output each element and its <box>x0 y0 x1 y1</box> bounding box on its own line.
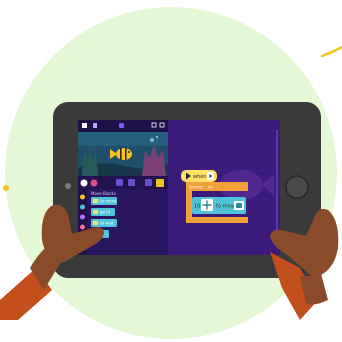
category-motion-button[interactable] <box>80 204 85 210</box>
code-area-scrollbar[interactable] <box>276 130 278 230</box>
car-icon <box>236 203 242 208</box>
illustration-scene: Move Blocks to move go to to wait when f… <box>0 7 342 339</box>
palette-header: Move Blocks <box>91 191 116 196</box>
move-block[interactable]: 10 to move <box>192 197 246 214</box>
stop-button[interactable] <box>90 179 98 187</box>
control-block-value: ok <box>208 185 213 190</box>
move-block-steps: 10 <box>194 204 200 210</box>
move-block-label: to move <box>216 204 237 210</box>
palette-block-goto[interactable]: go to <box>91 208 115 216</box>
tablet-home-button[interactable] <box>285 175 309 199</box>
tablet-camera-icon <box>65 183 71 189</box>
palette-block-label: to move <box>100 199 117 204</box>
event-block-label: when <box>193 174 207 180</box>
bubble-icon <box>150 138 154 142</box>
selected-sprite-button[interactable] <box>156 179 164 187</box>
control-block-label: forever <box>189 185 204 190</box>
palette-block-move[interactable]: to move <box>91 197 117 205</box>
character-button[interactable] <box>116 179 123 186</box>
flag-icon[interactable] <box>93 123 97 128</box>
bubble-icon <box>155 135 159 139</box>
category-looks-button[interactable] <box>80 214 85 220</box>
event-block[interactable]: when <box>181 170 217 182</box>
sprite-thumbnail-icon[interactable] <box>119 123 124 128</box>
add-sprite-button[interactable] <box>145 179 152 186</box>
category-event-button[interactable] <box>80 194 85 200</box>
green-flag-button[interactable] <box>80 179 88 187</box>
text-button[interactable] <box>128 179 135 186</box>
yellow-dot-accent <box>3 185 9 191</box>
palette-block-label: to wait <box>100 221 114 226</box>
yellow-swoosh-accent <box>320 45 342 58</box>
tablet-screen: Move Blocks to move go to to wait when f… <box>78 120 280 255</box>
palette-block-label: go to <box>100 210 111 215</box>
home-icon[interactable] <box>82 123 87 128</box>
stage-view[interactable] <box>78 132 168 176</box>
palette-block-wait[interactable]: to wait <box>91 219 117 227</box>
category-sound-button[interactable] <box>80 224 85 230</box>
